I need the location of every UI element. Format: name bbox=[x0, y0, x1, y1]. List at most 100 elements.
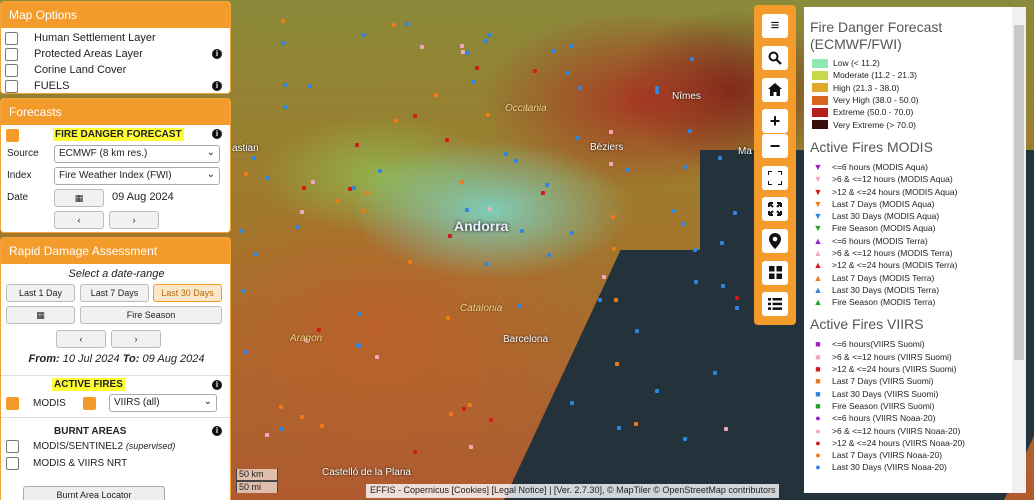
forecasts-header[interactable]: Forecasts bbox=[1, 99, 230, 125]
fire-point-marker[interactable] bbox=[446, 316, 451, 321]
rda-header[interactable]: Rapid Damage Assessment bbox=[1, 238, 230, 264]
fire-point-marker[interactable] bbox=[252, 155, 257, 160]
fire-point-marker[interactable] bbox=[279, 405, 284, 410]
info-icon[interactable]: i bbox=[212, 129, 222, 139]
layer-row[interactable]: Human Settlement Layer bbox=[1, 30, 230, 46]
map-options-header[interactable]: Map Options bbox=[1, 2, 230, 28]
viirs-checkbox[interactable] bbox=[83, 397, 96, 410]
fire-point-marker[interactable] bbox=[611, 247, 616, 252]
fire-point-marker[interactable] bbox=[485, 262, 490, 267]
fire-point-marker[interactable] bbox=[265, 176, 270, 181]
layer-checkbox[interactable] bbox=[5, 47, 18, 61]
fire-point-marker[interactable] bbox=[447, 233, 452, 238]
fire-point-marker[interactable] bbox=[468, 402, 473, 407]
fire-season-button[interactable]: Fire Season bbox=[80, 306, 222, 324]
fire-point-marker[interactable] bbox=[566, 71, 571, 76]
viirs-select[interactable]: VIIRS (all) ⌄ bbox=[109, 394, 217, 412]
fire-point-marker[interactable] bbox=[334, 198, 339, 203]
fire-point-marker[interactable] bbox=[724, 427, 729, 432]
fire-point-marker[interactable] bbox=[552, 48, 556, 53]
fire-point-marker[interactable] bbox=[301, 185, 306, 190]
fire-point-marker[interactable] bbox=[684, 165, 689, 170]
legend-panel[interactable]: Fire Danger Forecast (ECMWF/FWI) Low (< … bbox=[804, 7, 1026, 493]
fire-point-marker[interactable] bbox=[280, 19, 285, 24]
fire-point-marker[interactable] bbox=[635, 328, 640, 333]
fire-point-marker[interactable] bbox=[460, 50, 465, 55]
layer-row[interactable]: Corine Land Cover bbox=[1, 62, 230, 78]
extent-icon[interactable] bbox=[762, 197, 788, 221]
fire-point-marker[interactable] bbox=[487, 33, 491, 38]
fullscreen-icon[interactable] bbox=[762, 166, 788, 190]
fire-point-marker[interactable] bbox=[683, 436, 688, 441]
last-30-days-button[interactable]: Last 30 Days bbox=[153, 284, 222, 302]
fire-point-marker[interactable] bbox=[489, 417, 494, 422]
fire-point-marker[interactable] bbox=[575, 136, 580, 141]
fire-point-marker[interactable] bbox=[375, 354, 380, 359]
fire-point-marker[interactable] bbox=[610, 215, 615, 220]
fire-point-marker[interactable] bbox=[568, 44, 573, 49]
fire-point-marker[interactable] bbox=[616, 426, 621, 431]
fire-point-marker[interactable] bbox=[283, 104, 288, 109]
index-select[interactable]: Fire Weather Index (FWI) ⌄ bbox=[54, 167, 220, 185]
map-attribution[interactable]: EFFIS - Copernicus [Cookies] [Legal Noti… bbox=[366, 484, 780, 498]
fire-point-marker[interactable] bbox=[484, 38, 489, 43]
fire-point-marker[interactable] bbox=[281, 40, 286, 45]
fire-point-marker[interactable] bbox=[300, 209, 305, 214]
fire-point-marker[interactable] bbox=[503, 151, 508, 156]
fire-point-marker[interactable] bbox=[413, 449, 418, 454]
fire-point-marker[interactable] bbox=[419, 44, 424, 49]
fire-point-marker[interactable] bbox=[578, 85, 583, 90]
fire-point-marker[interactable] bbox=[719, 241, 724, 246]
fire-danger-checkbox[interactable] bbox=[6, 129, 19, 142]
zoom-out-icon[interactable]: − bbox=[762, 134, 788, 158]
zoom-in-icon[interactable]: + bbox=[762, 109, 788, 133]
fire-point-marker[interactable] bbox=[545, 182, 550, 187]
last-7-days-button[interactable]: Last 7 Days bbox=[80, 284, 149, 302]
legend-scroll-thumb[interactable] bbox=[1014, 25, 1024, 360]
fire-point-marker[interactable] bbox=[688, 129, 693, 133]
fire-point-marker[interactable] bbox=[319, 424, 324, 429]
fire-point-marker[interactable] bbox=[378, 168, 383, 173]
fire-point-marker[interactable] bbox=[308, 84, 313, 89]
fire-point-marker[interactable] bbox=[601, 274, 606, 279]
layer-row[interactable]: Protected Areas Layer i bbox=[1, 46, 230, 62]
fire-point-marker[interactable] bbox=[356, 342, 361, 347]
home-icon[interactable] bbox=[762, 78, 788, 102]
layer-checkbox[interactable] bbox=[5, 79, 18, 93]
source-select[interactable]: ECMWF (8 km res.) ⌄ bbox=[54, 145, 220, 163]
fire-point-marker[interactable] bbox=[682, 221, 687, 226]
burnt-modis-sentinel-checkbox[interactable] bbox=[6, 440, 19, 453]
fire-point-marker[interactable] bbox=[615, 362, 620, 367]
fire-point-marker[interactable] bbox=[717, 156, 722, 161]
fire-point-marker[interactable] bbox=[486, 113, 491, 118]
fire-point-marker[interactable] bbox=[357, 312, 362, 317]
fire-point-marker[interactable] bbox=[474, 66, 479, 71]
fire-point-marker[interactable] bbox=[459, 179, 464, 184]
grid-icon[interactable] bbox=[762, 261, 788, 285]
fire-point-marker[interactable] bbox=[355, 143, 360, 148]
fire-point-marker[interactable] bbox=[598, 297, 603, 302]
fire-point-marker[interactable] bbox=[547, 253, 552, 258]
fire-point-marker[interactable] bbox=[294, 225, 299, 230]
fire-point-marker[interactable] bbox=[434, 92, 439, 97]
fire-point-marker[interactable] bbox=[361, 32, 366, 37]
fire-point-marker[interactable] bbox=[347, 187, 352, 192]
fire-point-marker[interactable] bbox=[265, 432, 270, 437]
fire-point-marker[interactable] bbox=[412, 114, 417, 119]
legend-scrollbar[interactable] bbox=[1012, 7, 1026, 493]
fire-point-marker[interactable] bbox=[712, 371, 717, 376]
fire-point-marker[interactable] bbox=[361, 209, 366, 214]
burnt-nrt-checkbox[interactable] bbox=[6, 457, 19, 470]
calendar-button[interactable]: ▦ bbox=[6, 306, 75, 324]
fire-point-marker[interactable] bbox=[300, 414, 305, 419]
fire-point-marker[interactable] bbox=[405, 22, 410, 27]
fire-point-marker[interactable] bbox=[282, 83, 287, 88]
fire-point-marker[interactable] bbox=[448, 412, 453, 417]
fire-point-marker[interactable] bbox=[487, 207, 492, 212]
fire-point-marker[interactable] bbox=[520, 229, 525, 234]
date-next-button[interactable]: › bbox=[109, 211, 159, 229]
fire-point-marker[interactable] bbox=[445, 137, 450, 142]
burnt-area-locator-button[interactable]: Burnt Area Locator bbox=[23, 486, 165, 500]
fire-point-marker[interactable] bbox=[609, 162, 614, 166]
fire-point-marker[interactable] bbox=[460, 43, 465, 48]
